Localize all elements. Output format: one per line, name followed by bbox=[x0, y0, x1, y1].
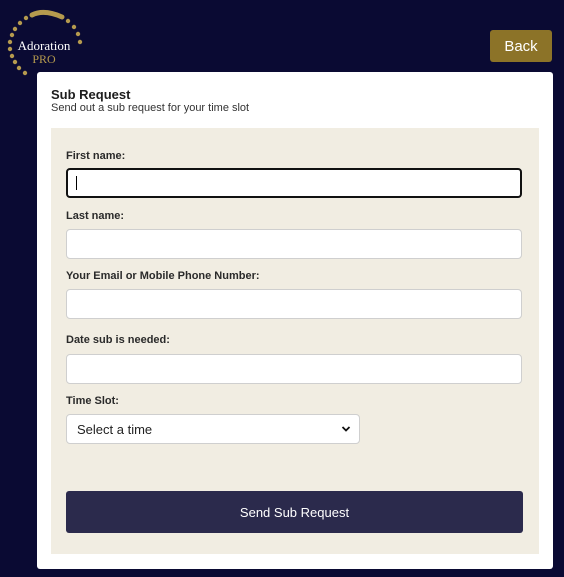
text-caret bbox=[76, 176, 77, 190]
contact-label: Your Email or Mobile Phone Number: bbox=[66, 270, 260, 282]
page-subtitle: Send out a sub request for your time slo… bbox=[51, 102, 250, 114]
date-label: Date sub is needed: bbox=[66, 334, 170, 346]
logo-name: Adoration bbox=[17, 38, 71, 53]
last-name-label: Last name: bbox=[66, 210, 125, 222]
adoration-pro-logo: Adoration PRO bbox=[4, 6, 84, 82]
back-button[interactable]: Back bbox=[490, 30, 552, 62]
send-sub-request-button[interactable]: Send Sub Request bbox=[66, 491, 523, 533]
sub-request-form: First name: Last name: Your Email or Mob… bbox=[51, 128, 539, 554]
time-slot-selected: Select a time bbox=[77, 421, 153, 437]
chevron-down-icon bbox=[341, 426, 351, 432]
date-field[interactable] bbox=[66, 354, 522, 384]
first-name-field[interactable] bbox=[66, 168, 522, 198]
last-name-field[interactable] bbox=[66, 229, 522, 259]
logo-sub: PRO bbox=[32, 52, 56, 66]
sub-request-card: Sub Request Send out a sub request for y… bbox=[37, 72, 553, 569]
contact-field[interactable] bbox=[66, 289, 522, 319]
page-title: Sub Request bbox=[51, 87, 131, 102]
time-slot-label: Time Slot: bbox=[66, 395, 119, 407]
time-slot-select[interactable]: Select a time bbox=[66, 414, 360, 444]
first-name-label: First name: bbox=[66, 150, 126, 162]
